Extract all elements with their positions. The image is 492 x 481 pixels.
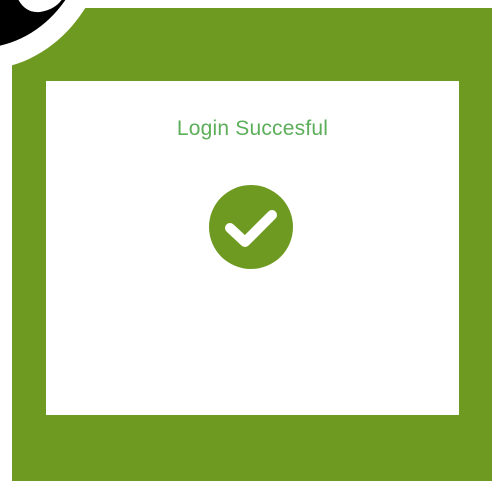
checkmark-circle-icon	[209, 185, 293, 269]
screen: Login Succesful	[0, 0, 492, 481]
logo-glyph-icon	[18, 0, 62, 13]
login-success-dialog: Login Succesful	[46, 81, 459, 415]
dialog-title: Login Succesful	[176, 117, 329, 140]
